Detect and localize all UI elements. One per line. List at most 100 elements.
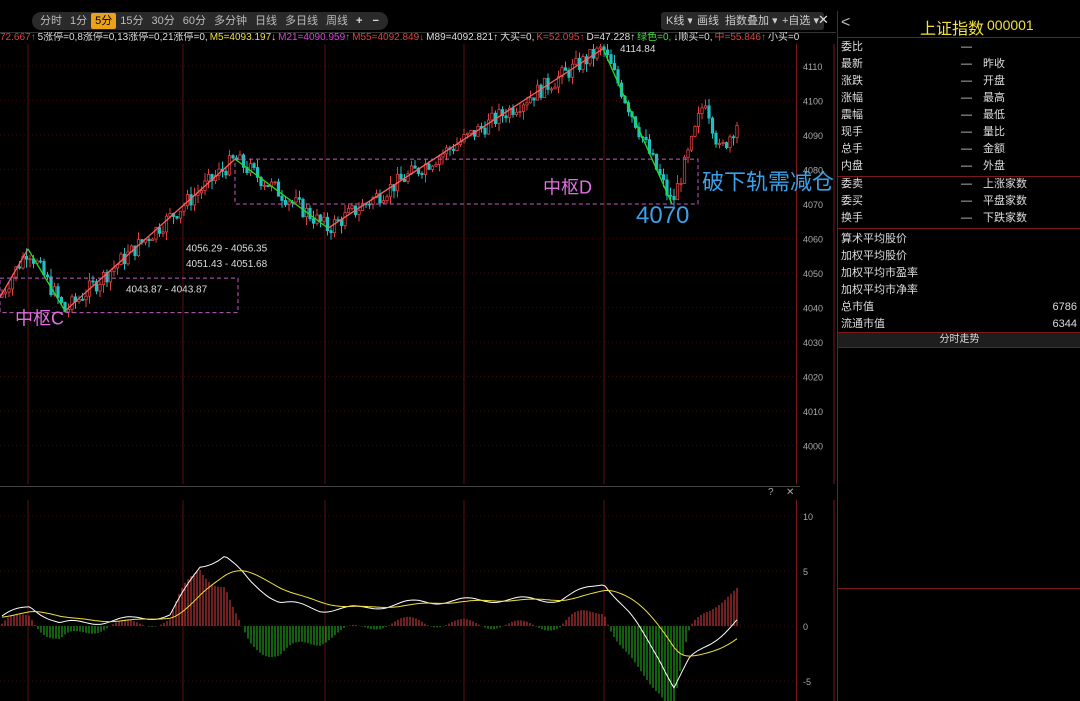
candle-body bbox=[381, 200, 386, 204]
candle-body bbox=[164, 215, 169, 233]
candle-body bbox=[231, 155, 235, 159]
candle-body bbox=[199, 190, 204, 194]
quote-row: 最新 — 昨收 bbox=[841, 56, 1080, 73]
zoom-out-button[interactable]: − bbox=[367, 12, 383, 30]
period-btn-6[interactable]: 多分钟 bbox=[210, 13, 251, 29]
quote-row: 现手 — 量比 bbox=[841, 124, 1080, 141]
period-btn-3[interactable]: 15分 bbox=[116, 13, 147, 29]
add-watchlist-dropdown[interactable]: +自选 ▾ bbox=[777, 12, 825, 30]
candle-body bbox=[703, 105, 708, 109]
quote-label-secondary: 外盘 bbox=[983, 160, 1005, 172]
candle-body bbox=[714, 132, 718, 145]
candle-body bbox=[318, 214, 323, 222]
stat-value: 6786 bbox=[1052, 301, 1077, 313]
close-icon[interactable]: ✕ bbox=[786, 487, 794, 498]
price-tick-label: 4060 bbox=[803, 235, 823, 245]
candle-body bbox=[483, 127, 487, 135]
candle-body bbox=[700, 107, 704, 114]
close-chart-button[interactable]: ✕ bbox=[818, 12, 829, 28]
zoom-controls: + − bbox=[347, 12, 388, 30]
quote-row: 委比 — bbox=[841, 39, 1080, 56]
price-tick-label: 4010 bbox=[803, 407, 823, 417]
candle-body bbox=[322, 216, 326, 222]
period-btn-7[interactable]: 日线 bbox=[251, 13, 281, 29]
quote-label: 震幅 bbox=[841, 109, 863, 121]
candle-body bbox=[357, 210, 361, 216]
quote-row: 委卖 — 上涨家数 bbox=[841, 176, 1080, 193]
period-btn-0[interactable]: 分时 bbox=[36, 13, 66, 29]
quote-value: — bbox=[961, 212, 972, 224]
zoom-in-button[interactable]: + bbox=[351, 12, 367, 30]
period-btn-8[interactable]: 多日线 bbox=[281, 13, 322, 29]
candle-body bbox=[514, 111, 519, 115]
uptrend-line bbox=[327, 48, 604, 229]
break-note-label: 破下轨需减仓 bbox=[702, 170, 834, 195]
quote-label-secondary: 下跌家数 bbox=[983, 212, 1027, 224]
divider bbox=[838, 228, 1080, 229]
candle-body bbox=[696, 113, 701, 127]
candle-body bbox=[297, 197, 302, 200]
intraday-trend-header[interactable]: 分时走势 bbox=[838, 332, 1080, 348]
dea-line bbox=[1, 570, 738, 657]
candle-body bbox=[206, 173, 211, 182]
period-selector: 分时1分5分15分30分60分多分钟日线多日线周线月线 bbox=[32, 12, 386, 30]
indicator-value: M89=4092.821↑ bbox=[426, 32, 499, 43]
quote-value: — bbox=[961, 195, 972, 207]
quote-label: 涨幅 bbox=[841, 92, 863, 104]
stat-row: 加权平均股价 bbox=[841, 248, 1080, 265]
candle-body bbox=[224, 170, 228, 176]
candle-body bbox=[280, 195, 284, 201]
candle-body bbox=[528, 97, 533, 104]
quote-value: — bbox=[961, 178, 972, 190]
candle-body bbox=[549, 88, 554, 91]
period-btn-5[interactable]: 60分 bbox=[179, 13, 210, 29]
range-label: 4051.43 - 4051.68 bbox=[186, 259, 268, 270]
candle-body bbox=[686, 149, 690, 158]
help-icon[interactable]: ? bbox=[768, 487, 774, 498]
candle-body bbox=[574, 57, 578, 65]
candle-body bbox=[521, 104, 526, 112]
index-overlay-dropdown[interactable]: 指数叠加 ▾ bbox=[720, 12, 783, 30]
candle-body bbox=[98, 284, 102, 292]
candle-body bbox=[430, 165, 435, 170]
candle-body bbox=[238, 154, 242, 161]
candle-body bbox=[570, 63, 575, 78]
candle-body bbox=[490, 112, 494, 121]
candle-body bbox=[266, 184, 270, 187]
downtrend-line bbox=[27, 248, 66, 312]
indicator-value: M5=4093.197↓ bbox=[209, 32, 277, 43]
indicator-value: 72.667↑ bbox=[0, 32, 36, 43]
candle-body bbox=[175, 216, 179, 219]
quote-label-secondary: 最低 bbox=[983, 109, 1005, 121]
candle-body bbox=[385, 196, 389, 201]
quote-value: — bbox=[961, 160, 972, 172]
stat-row: 算术平均股价 bbox=[841, 231, 1080, 248]
stat-row: 加权平均市净率 bbox=[841, 282, 1080, 299]
candle-body bbox=[91, 280, 95, 283]
candle-body bbox=[42, 261, 46, 276]
downtrend-line bbox=[602, 48, 673, 205]
indicator-values-bar: 72.667↑ 5涨停=0,8涨停=0,13涨停=0,21涨停=0, M5=4093… bbox=[0, 32, 800, 44]
candle-body bbox=[563, 67, 568, 71]
quote-label: 涨跌 bbox=[841, 75, 863, 87]
period-btn-4[interactable]: 30分 bbox=[148, 13, 179, 29]
price-tick-label: 4020 bbox=[803, 373, 823, 383]
candle-body bbox=[437, 156, 442, 165]
candle-body bbox=[294, 197, 298, 203]
candle-body bbox=[7, 288, 11, 293]
indicator-value: 大买=0, bbox=[500, 32, 535, 43]
period-btn-1[interactable]: 1分 bbox=[66, 13, 91, 29]
period-btn-2[interactable]: 5分 bbox=[91, 13, 117, 29]
candle-body bbox=[24, 256, 29, 260]
macd-chart[interactable]: 10 5 0 -5 bbox=[0, 500, 836, 701]
candle-body bbox=[66, 308, 71, 313]
candle-body bbox=[45, 274, 50, 278]
indicator-value: 小买=0,底 bbox=[767, 32, 800, 43]
candle-body bbox=[511, 107, 515, 115]
kline-chart[interactable]: 4110410040904080407040604050404040304020… bbox=[0, 44, 836, 484]
back-arrow-icon[interactable]: < bbox=[841, 14, 850, 32]
range-label: 4043.87 - 4043.87 bbox=[126, 285, 208, 296]
macd-tick-label: 0 bbox=[803, 622, 808, 632]
candle-body bbox=[10, 276, 15, 290]
candle-body bbox=[17, 266, 22, 269]
